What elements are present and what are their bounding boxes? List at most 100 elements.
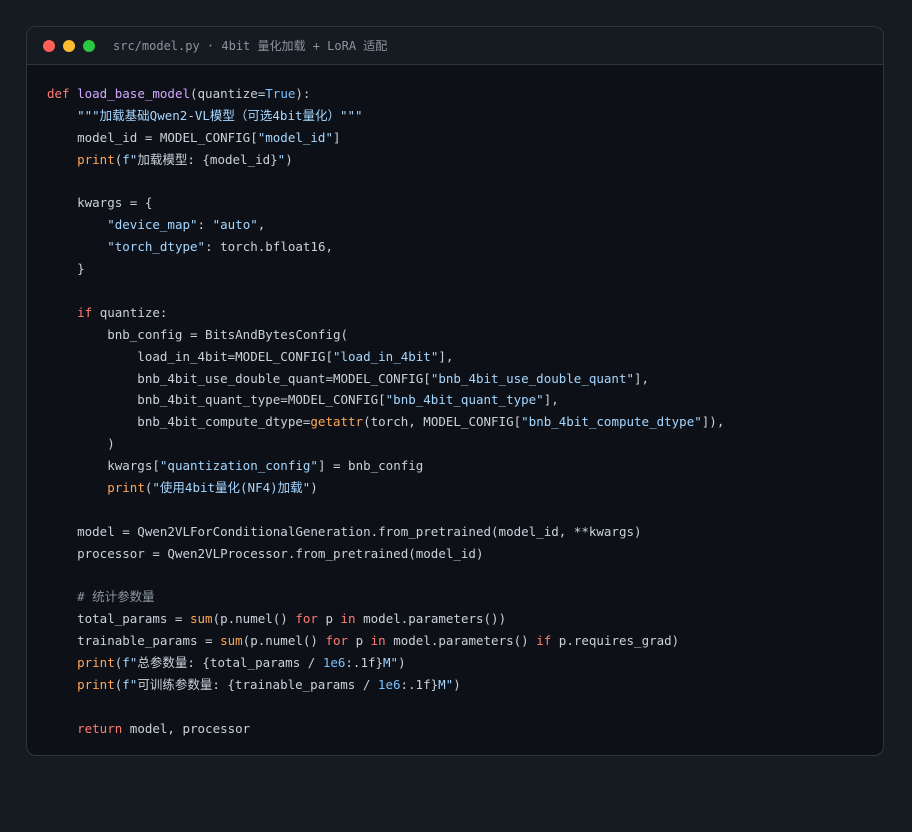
code-token: model_id = MODEL_CONFIG[	[47, 129, 258, 145]
code-token: p.requires_grad)	[551, 633, 680, 649]
code-line: bnb_4bit_use_double_quant=MODEL_CONFIG["…	[47, 368, 883, 390]
code-token: f"	[122, 151, 138, 167]
code-token: 1e6	[322, 655, 346, 671]
code-token: "load_in_4bit"	[332, 348, 439, 364]
code-token: print	[107, 480, 145, 496]
code-line: model = Qwen2VLForConditionalGeneration.…	[47, 521, 883, 543]
code-token: in	[370, 633, 386, 649]
code-line: # 统计参数量	[47, 586, 883, 608]
code-token: )	[47, 436, 115, 452]
code-token: """加载基础Qwen2-VL模型（可选4bit量化）"""	[77, 107, 363, 123]
code-token: processor = Qwen2VLProcessor.from_pretra…	[47, 545, 484, 561]
code-line: print(f"加载模型: {model_id}")	[47, 149, 883, 171]
code-token: model.parameters())	[355, 611, 507, 627]
code-token: 加载模型: {model_id}	[137, 151, 278, 167]
code-token: )	[310, 480, 318, 496]
code-token: trainable_params =	[47, 633, 221, 649]
code-token: "device_map"	[107, 217, 198, 233]
window-title: src/model.py · 4bit 量化加载 + LoRA 适配	[113, 39, 388, 53]
code-token: total_params =	[47, 611, 190, 627]
code-token: bnb_4bit_quant_type=MODEL_CONFIG[	[47, 392, 386, 408]
code-token: )	[285, 151, 293, 167]
code-token: kwargs[	[47, 458, 160, 474]
code-token: ] = bnb_config	[317, 458, 424, 474]
code-token: p	[348, 633, 371, 649]
code-line: ​	[47, 696, 883, 718]
code-token: 可训练参数量: {trainable_params /	[137, 677, 378, 693]
code-token: print	[77, 151, 115, 167]
maximize-window-button[interactable]	[83, 39, 95, 52]
code-token: load_base_model	[77, 86, 190, 101]
code-token: return	[77, 720, 123, 736]
code-line: return model, processor	[47, 718, 883, 740]
code-token: (p.numel()	[212, 611, 296, 627]
code-line: "device_map": "auto",	[47, 214, 883, 236]
code-token: "使用4bit量化(NF4)加载"	[152, 480, 311, 496]
code-token: ):	[295, 86, 311, 101]
code-token: kwargs = {	[47, 195, 153, 211]
code-line: processor = Qwen2VLProcessor.from_pretra…	[47, 543, 883, 565]
code-line: trainable_params = sum(p.numel() for p i…	[47, 630, 883, 652]
code-token: :.1f}	[345, 655, 384, 671]
code-line: kwargs = {	[47, 192, 883, 214]
code-line: def load_base_model(quantize=True):	[47, 83, 883, 105]
code-token: if	[77, 304, 93, 320]
code-token: model = Qwen2VLForConditionalGeneration.…	[47, 523, 642, 539]
code-token: ,	[257, 217, 266, 233]
code-token: f"	[122, 655, 138, 671]
code-token: f"	[122, 677, 138, 693]
code-token: }	[47, 261, 85, 277]
code-token: for	[295, 611, 318, 627]
code-token: sum	[190, 611, 213, 627]
code-token: p	[317, 611, 341, 627]
code-token: ],	[634, 370, 650, 386]
code-token: )	[398, 655, 406, 671]
code-token: bnb_4bit_use_double_quant=MODEL_CONFIG[	[47, 370, 431, 386]
code-token: True	[265, 86, 296, 101]
code-line: ​	[47, 171, 883, 193]
code-token: 1e6	[377, 677, 401, 693]
code-token: )	[453, 677, 461, 693]
code-token: print	[77, 655, 115, 671]
code-line: if quantize:	[47, 302, 883, 324]
code-line: bnb_config = BitsAndBytesConfig(	[47, 324, 883, 346]
code-token: ],	[438, 348, 454, 364]
close-window-button[interactable]	[43, 39, 55, 52]
code-line: }	[47, 258, 883, 280]
code-token: if	[536, 633, 552, 649]
code-token: ],	[543, 392, 559, 408]
minimize-window-button[interactable]	[63, 39, 75, 52]
code-token: (p.numel()	[242, 633, 326, 649]
code-line: """加载基础Qwen2-VL模型（可选4bit量化）"""	[47, 105, 883, 127]
code-line: print("使用4bit量化(NF4)加载")	[47, 477, 883, 499]
code-line: bnb_4bit_compute_dtype=getattr(torch, MO…	[47, 411, 883, 433]
code-token: "model_id"	[257, 129, 333, 145]
code-block: def load_base_model(quantize=True): """加…	[27, 65, 883, 740]
code-token: model, processor	[122, 720, 251, 736]
code-line: "torch_dtype": torch.bfloat16,	[47, 236, 883, 258]
code-token: in	[340, 611, 356, 627]
code-token: "quantization_config"	[159, 458, 318, 474]
code-line: kwargs["quantization_config"] = bnb_conf…	[47, 455, 883, 477]
code-token: 总参数量: {total_params /	[137, 655, 323, 671]
code-token: print	[77, 677, 115, 693]
code-token: M"	[438, 677, 454, 693]
code-token: sum	[220, 633, 243, 649]
code-token: :	[197, 217, 213, 233]
code-token: :.1f}	[400, 677, 439, 693]
code-token: "bnb_4bit_quant_type"	[385, 392, 544, 408]
code-token: # 统计参数量	[77, 589, 155, 605]
window-titlebar: src/model.py · 4bit 量化加载 + LoRA 适配	[27, 27, 883, 65]
code-token: "torch_dtype"	[107, 239, 206, 255]
code-token: ]),	[701, 414, 725, 430]
code-token: M"	[383, 655, 399, 671]
